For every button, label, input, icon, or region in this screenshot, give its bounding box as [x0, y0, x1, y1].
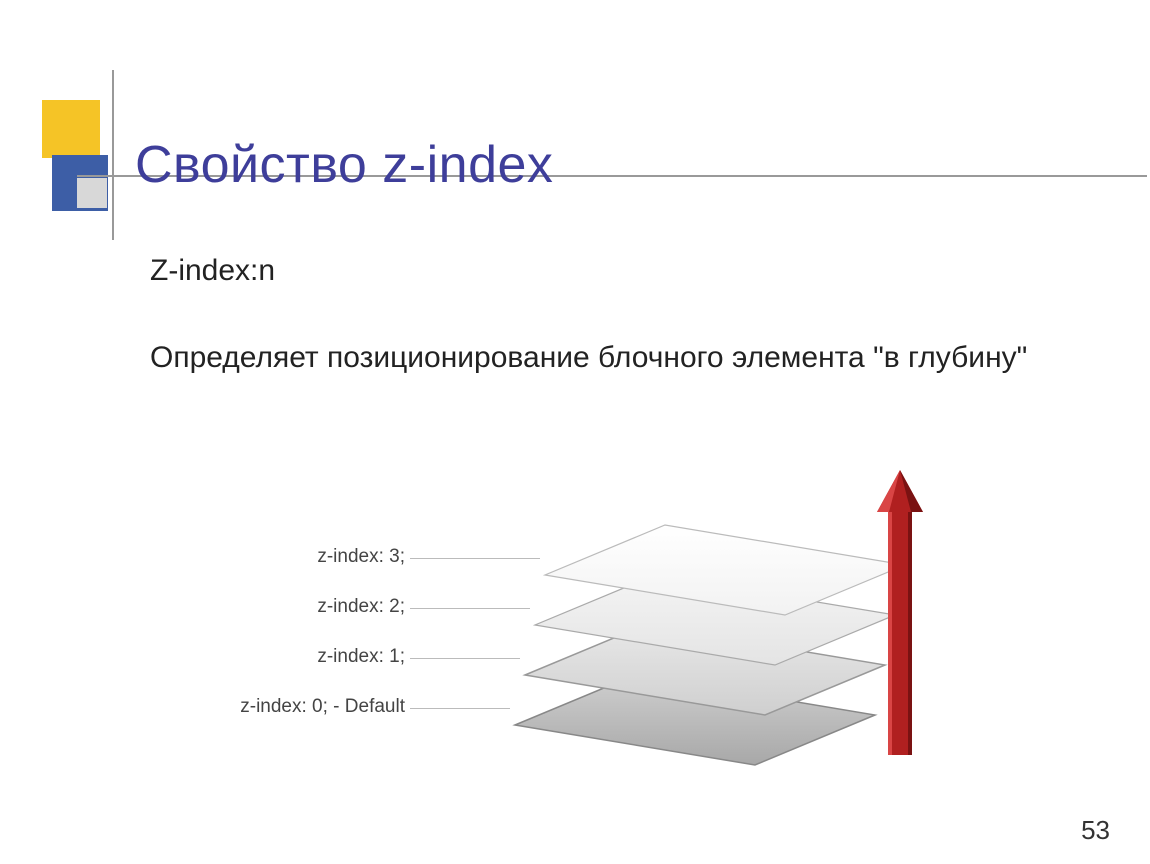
zindex-diagram: z-index: 3; z-index: 2; z-index: 1; z-in… — [265, 460, 945, 780]
layer-label-1: z-index: 1; — [235, 646, 405, 668]
page-number: 53 — [1081, 815, 1110, 846]
square-gray — [77, 178, 107, 208]
arrow-up-icon — [875, 470, 925, 760]
layer-label-3: z-index: 3; — [235, 546, 405, 568]
square-yellow — [42, 100, 100, 158]
layer-label-0: z-index: 0; - Default — [195, 696, 405, 718]
paragraph-2: Определяет позиционирование блочного эле… — [150, 335, 1070, 382]
slide-title: Свойство z-index — [135, 135, 553, 195]
layer-label-2: z-index: 2; — [235, 596, 405, 618]
vertical-line — [112, 70, 114, 240]
slide-body: Z-index:n Определяет позиционирование бл… — [150, 248, 1070, 381]
paragraph-1: Z-index:n — [150, 248, 1070, 295]
stacked-planes-icon — [495, 460, 935, 780]
